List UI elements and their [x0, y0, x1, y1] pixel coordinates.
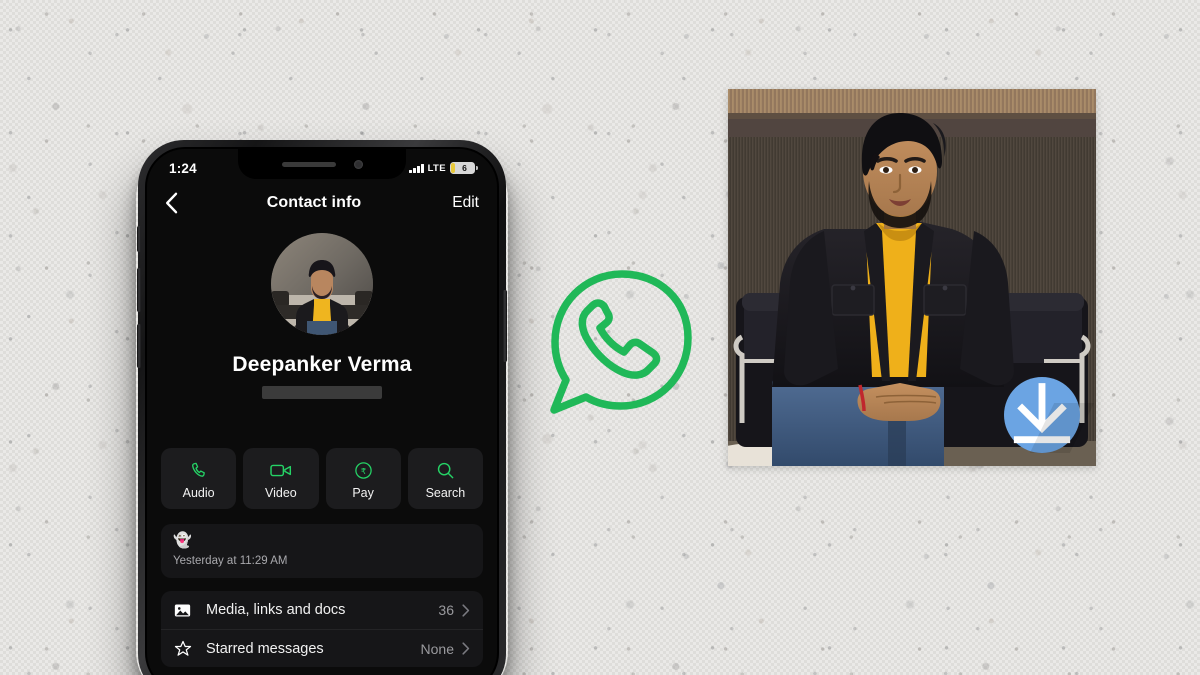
phone-bezel: 1:24 LTE 6 Contact info Edit Deepanker V… [145, 147, 499, 675]
rupee-pay-icon: ₹ [326, 459, 401, 481]
volume-up-button[interactable] [137, 268, 141, 312]
svg-text:₹: ₹ [360, 465, 365, 475]
download-button[interactable] [1004, 377, 1095, 453]
status-update-card[interactable]: 👻 Yesterday at 11:29 AM [161, 524, 483, 578]
search-button[interactable]: Search [407, 448, 483, 509]
download-arrow-icon [1013, 383, 1071, 444]
pay-label: Pay [352, 486, 374, 500]
contact-name: Deepanker Verma [232, 353, 412, 376]
starred-messages-row[interactable]: Starred messages None [161, 629, 483, 667]
status-timestamp: Yesterday at 11:29 AM [173, 555, 288, 567]
page-title: Contact info [266, 194, 362, 211]
status-bar-indicators: LTE 6 [409, 156, 478, 175]
starred-messages-label: Starred messages [206, 640, 324, 657]
media-links-docs-count: 36 [438, 602, 454, 618]
video-call-button[interactable]: Video [243, 448, 319, 509]
star-icon [174, 640, 196, 658]
audio-call-label: Audio [182, 486, 215, 500]
media-links-docs-label: Media, links and docs [206, 602, 346, 618]
search-label: Search [425, 486, 466, 500]
phone-icon [161, 459, 236, 481]
video-call-label: Video [265, 486, 297, 500]
status-bar-time: 1:24 [169, 160, 197, 176]
search-icon [408, 459, 483, 481]
signal-bars-icon [409, 163, 424, 173]
volume-down-button[interactable] [137, 324, 141, 368]
mute-switch[interactable] [137, 226, 141, 252]
video-camera-icon [243, 459, 318, 481]
photo-icon [174, 602, 196, 619]
iphone-mockup: 1:24 LTE 6 Contact info Edit Deepanker V… [132, 140, 510, 675]
redacted-phone-number [262, 386, 382, 399]
earpiece-speaker [281, 161, 336, 167]
ghost-emoji: 👻 [173, 532, 192, 549]
pay-button[interactable]: ₹ Pay [325, 448, 401, 509]
chevron-left-icon[interactable] [165, 192, 189, 214]
profile-section: Deepanker Verma [147, 233, 497, 399]
front-camera [353, 159, 363, 169]
contact-profile-photo[interactable] [728, 89, 1096, 466]
navigation-bar: Contact info Edit [147, 181, 497, 225]
action-buttons-row: Audio Video ₹ Pay Search [161, 448, 483, 509]
media-links-docs-row[interactable]: Media, links and docs 36 [161, 591, 483, 629]
chevron-right-icon [462, 642, 470, 655]
phone-screen: 1:24 LTE 6 Contact info Edit Deepanker V… [147, 149, 497, 675]
info-list: Media, links and docs 36 Starred message… [161, 591, 483, 667]
phone-frame: 1:24 LTE 6 Contact info Edit Deepanker V… [137, 140, 507, 675]
power-button[interactable] [503, 290, 507, 362]
notch [238, 149, 406, 179]
network-type-label: LTE [427, 162, 446, 174]
battery-level-label: 6 [462, 163, 467, 173]
avatar[interactable] [271, 233, 373, 335]
battery-icon: 6 [450, 161, 478, 175]
audio-call-button[interactable]: Audio [161, 448, 237, 509]
edit-button[interactable]: Edit [439, 194, 479, 212]
chevron-right-icon [462, 603, 470, 617]
starred-messages-count: None [420, 640, 454, 657]
whatsapp-logo-icon [540, 262, 698, 420]
